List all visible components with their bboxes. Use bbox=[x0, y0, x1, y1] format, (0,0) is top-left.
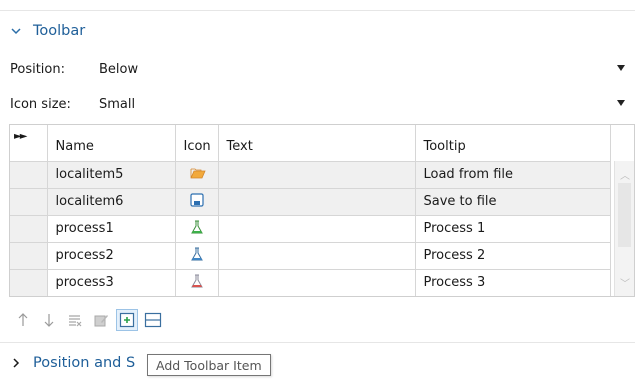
row-name: process1 bbox=[47, 215, 176, 243]
table-toolbar bbox=[12, 307, 164, 333]
move-down-icon bbox=[44, 314, 54, 327]
move-down-button[interactable] bbox=[38, 309, 60, 331]
add-toolbar-item-icon bbox=[119, 312, 135, 328]
add-separator-icon bbox=[144, 312, 162, 328]
row-tooltip[interactable]: Load from file bbox=[415, 161, 611, 189]
position-select[interactable]: Below bbox=[84, 57, 635, 81]
dropdown-arrow-icon bbox=[617, 100, 625, 106]
row-text[interactable] bbox=[218, 215, 416, 243]
row-text[interactable] bbox=[218, 161, 416, 189]
add-separator-button[interactable] bbox=[142, 309, 164, 331]
column-header-tooltip[interactable]: Tooltip bbox=[415, 125, 611, 162]
flask-blue-icon bbox=[175, 242, 219, 270]
row-text[interactable] bbox=[218, 188, 416, 216]
row-text[interactable] bbox=[218, 242, 416, 270]
table-scrollbar[interactable]: ︿ ﹀ bbox=[614, 161, 634, 296]
toolbar-section-title: Toolbar bbox=[33, 22, 86, 39]
row-header[interactable] bbox=[10, 269, 48, 296]
icon-size-select[interactable]: Small bbox=[84, 92, 635, 116]
row-header[interactable] bbox=[10, 161, 48, 189]
position-label: Position: bbox=[10, 61, 65, 77]
table-row[interactable]: process1 Process 1 bbox=[10, 215, 611, 243]
table-row[interactable]: localitem6 Save to file bbox=[10, 188, 611, 216]
row-name: process3 bbox=[47, 269, 176, 296]
add-toolbar-item-button[interactable] bbox=[116, 309, 138, 331]
chevron-right-icon bbox=[11, 357, 23, 368]
row-tooltip[interactable]: Save to file bbox=[415, 188, 611, 216]
tooltip-text: Add Toolbar Item bbox=[156, 357, 262, 373]
row-header[interactable] bbox=[10, 215, 48, 243]
flask-green-icon bbox=[175, 215, 219, 243]
scroll-down-icon[interactable]: ﹀ bbox=[620, 275, 630, 290]
delete-icon bbox=[69, 315, 82, 327]
edit-button[interactable] bbox=[90, 309, 112, 331]
expand-columns-icon[interactable]: ►► bbox=[10, 125, 48, 162]
delete-button[interactable] bbox=[64, 309, 86, 331]
row-tooltip[interactable]: Process 3 bbox=[415, 269, 611, 296]
edit-icon bbox=[94, 315, 108, 327]
row-name: localitem5 bbox=[47, 161, 176, 189]
row-header[interactable] bbox=[10, 188, 48, 216]
position-section-title: Position and S bbox=[33, 354, 136, 371]
column-header-text[interactable]: Text bbox=[218, 125, 416, 162]
scrollbar-thumb[interactable] bbox=[618, 183, 631, 247]
folder-open-icon bbox=[175, 161, 219, 189]
position-section-header[interactable]: Position and S bbox=[0, 342, 635, 382]
row-tooltip[interactable]: Process 2 bbox=[415, 242, 611, 270]
row-tooltip[interactable]: Process 1 bbox=[415, 215, 611, 243]
row-name: process2 bbox=[47, 242, 176, 270]
move-up-button[interactable] bbox=[12, 309, 34, 331]
icon-size-label: Icon size: bbox=[10, 96, 71, 112]
position-value: Below bbox=[99, 61, 139, 77]
column-header-icon[interactable]: Icon bbox=[175, 125, 219, 162]
move-up-icon bbox=[18, 313, 28, 326]
table-row[interactable]: process2 Process 2 bbox=[10, 242, 611, 270]
table-row[interactable]: process3 Process 3 bbox=[10, 269, 611, 296]
row-header[interactable] bbox=[10, 242, 48, 270]
toolbar-section-header[interactable]: Toolbar bbox=[0, 10, 635, 50]
toolbar-items-table: ►► Name Icon Text Tooltip localitem5 Loa… bbox=[9, 124, 635, 297]
row-name: localitem6 bbox=[47, 188, 176, 216]
dropdown-arrow-icon bbox=[617, 65, 625, 71]
table-row[interactable]: localitem5 Load from file bbox=[10, 161, 611, 189]
column-header-name[interactable]: Name bbox=[47, 125, 176, 162]
save-icon bbox=[175, 188, 219, 216]
chevron-down-icon bbox=[11, 26, 23, 36]
icon-size-value: Small bbox=[99, 96, 136, 112]
row-text[interactable] bbox=[218, 269, 416, 296]
flask-red-icon bbox=[175, 269, 219, 296]
scroll-up-icon[interactable]: ︿ bbox=[620, 167, 630, 182]
position-row: Position: Below bbox=[0, 57, 635, 81]
tooltip: Add Toolbar Item bbox=[147, 354, 271, 376]
icon-size-row: Icon size: Small bbox=[0, 92, 635, 116]
